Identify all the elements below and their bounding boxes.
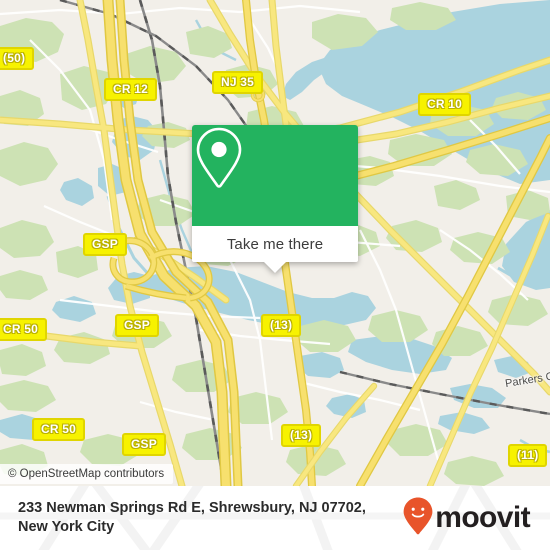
road-shield: GSP [83,233,127,256]
moovit-smiley-pin-icon [403,497,433,540]
take-me-there-label: Take me there [226,235,324,253]
moovit-logo[interactable]: moovit [403,497,536,540]
osm-attribution[interactable]: © OpenStreetMap contributors [0,464,174,484]
popup-header [192,125,358,226]
road-shield: (50) [0,47,35,70]
address-line-2: New York City [18,519,115,535]
address-text: 233 Newman Springs Rd E, Shrewsbury, NJ … [18,499,403,537]
road-shield: NJ 35 [212,71,264,94]
map-screenshot-root: (50) CR 12 NJ 35 CR 10 GSP GSP CR 50 CR 50 GSP (1… [0,0,550,550]
road-shield: GSP [115,314,159,337]
map-canvas[interactable]: (50) CR 12 NJ 35 CR 10 GSP GSP CR 50 CR 50 GSP (1… [0,0,550,486]
moovit-wordmark: moovit [435,501,530,534]
road-shield: (13) [261,314,302,337]
road-shield: CR 12 [104,78,158,101]
footer-bar: 233 Newman Springs Rd E, Shrewsbury, NJ … [0,486,550,550]
road-shield: GSP [122,433,166,456]
road-shield: (13) [281,424,322,447]
address-line-1: 233 Newman Springs Rd E, Shrewsbury, NJ … [18,500,366,516]
location-popup[interactable]: Take me there [192,125,358,273]
road-shield: CR 50 [32,418,86,441]
popup-action-bar[interactable]: Take me there [192,226,358,262]
road-shield: CR 50 [0,318,48,341]
road-shield: (11) [508,444,548,467]
popup-tail [264,262,286,273]
road-shield: CR 10 [418,93,472,116]
